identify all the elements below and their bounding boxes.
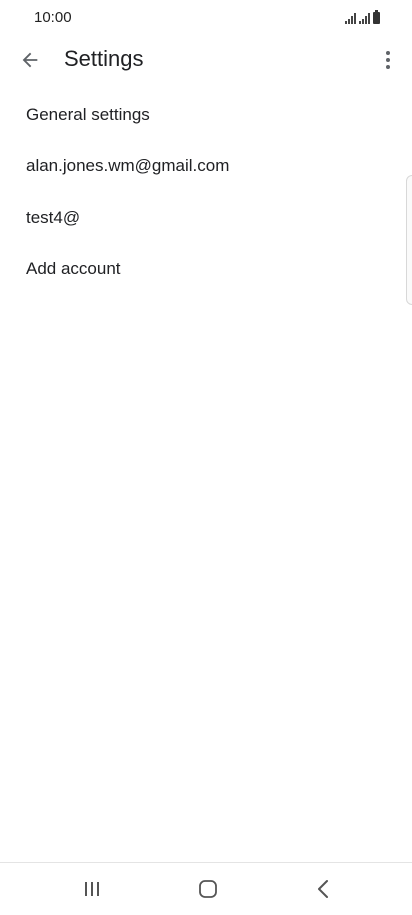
signal-icon	[345, 12, 356, 24]
system-back-button[interactable]	[301, 873, 345, 905]
app-bar: Settings	[0, 36, 412, 82]
home-icon	[199, 880, 217, 898]
navigation-bar	[0, 862, 412, 915]
back-icon	[318, 880, 328, 898]
settings-item-account-alan[interactable]: alan.jones.wm@gmail.com	[0, 141, 412, 193]
recents-button[interactable]	[70, 873, 114, 905]
battery-icon	[373, 10, 380, 24]
more-vert-icon	[386, 51, 390, 69]
signal-icon	[359, 12, 370, 24]
settings-item-general[interactable]: General settings	[0, 89, 412, 141]
status-time: 10:00	[34, 9, 72, 26]
arrow-back-icon	[22, 52, 38, 68]
settings-item-account-test4[interactable]: test4@	[0, 192, 412, 244]
settings-item-add-account[interactable]: Add account	[0, 244, 412, 296]
home-button[interactable]	[186, 873, 230, 905]
overflow-menu-button[interactable]	[374, 44, 402, 76]
recents-icon	[85, 882, 99, 896]
status-icons	[345, 10, 380, 24]
page-title: Settings	[64, 46, 144, 71]
status-bar: 10:00	[0, 0, 412, 36]
back-button[interactable]	[14, 44, 46, 76]
settings-list: General settings alan.jones.wm@gmail.com…	[0, 89, 412, 295]
edge-panel-handle[interactable]	[406, 175, 412, 305]
